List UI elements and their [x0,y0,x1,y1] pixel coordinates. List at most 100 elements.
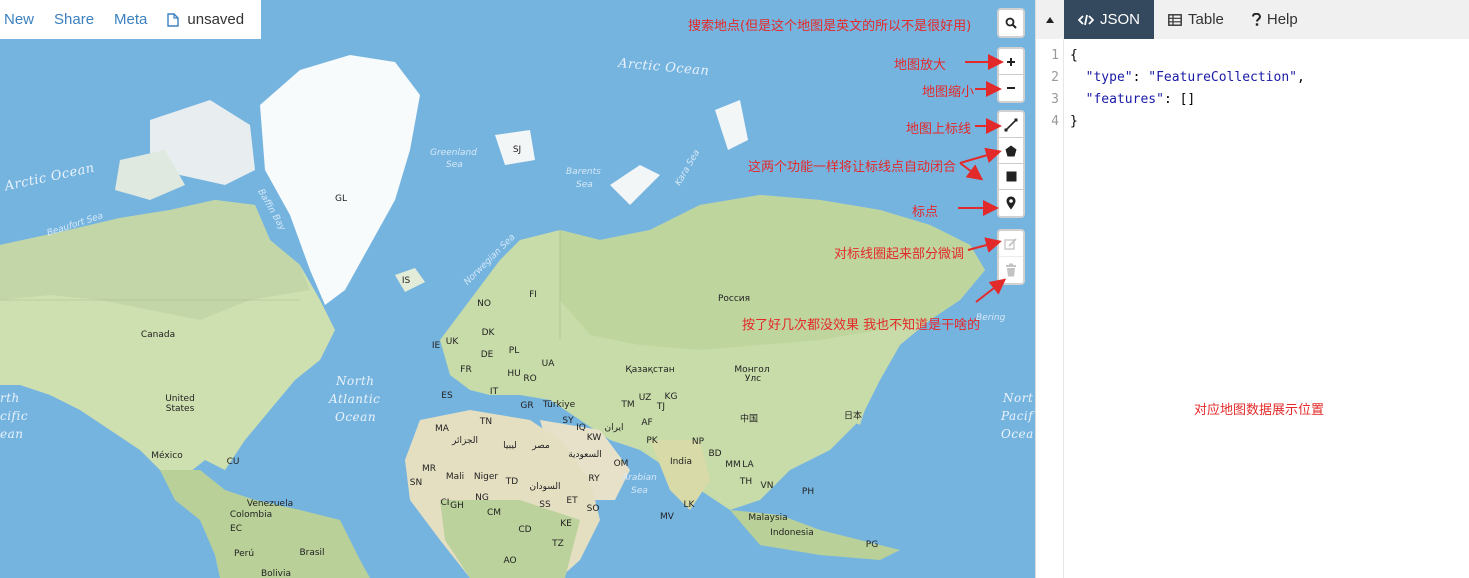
code-line: "type": "FeatureCollection", [1085,70,1305,85]
annotation-search: 搜索地点(但是这个地图是英文的所以不是很好用) [688,19,972,34]
minus-icon [1007,87,1015,89]
draw-polygon-button[interactable] [999,138,1023,164]
country-label: LK [683,500,695,510]
country-label: IE [431,341,441,351]
country-label: 日本 [843,411,863,422]
country-label: AF [641,418,653,428]
country-label: PL [508,346,520,356]
country-label: PG [865,540,879,550]
edit-layers-button[interactable] [999,231,1023,257]
country-label: BD [708,449,722,459]
country-label: GR [520,401,534,411]
meta-button[interactable]: Meta [114,11,147,28]
country-label: ET [566,496,578,506]
country-label: TM [621,400,635,410]
country-label: GL [335,194,347,204]
country-label: KW [586,433,602,443]
sea-label: Greenland [430,148,477,158]
line-number: 3 [1051,92,1059,107]
country-label: IT [489,387,499,397]
code-token: { [1070,48,1078,63]
draw-line-button[interactable] [999,112,1023,138]
draw-marker-button[interactable] [999,190,1023,216]
country-label: Niger [473,472,499,482]
ocean-label-atlantic: North [336,374,375,388]
edit-toolbar [997,229,1025,285]
country-label: IQ [576,423,586,433]
line-number: 4 [1051,114,1059,129]
ocean-label-pacific: cific [0,409,29,423]
code-key: "features" [1085,92,1164,107]
share-button[interactable]: Share [54,11,94,28]
country-label: LA [742,460,754,470]
file-status[interactable]: unsaved [167,11,244,28]
land-south-america [160,470,370,578]
tab-json-label: JSON [1100,11,1141,28]
code-key: "type" [1085,70,1133,85]
country-label: Қазақстан [625,365,675,375]
country-label: EC [230,524,242,534]
ocean-label-pacific: Ocea [1001,427,1034,441]
draw-rectangle-button[interactable] [999,164,1023,190]
country-label: SS [539,500,551,510]
tab-table-label: Table [1188,11,1224,28]
code-token: } [1070,114,1078,129]
tab-help[interactable]: Help [1238,0,1312,39]
annotation-marker: 标点 [912,205,939,220]
country-label: UZ [638,393,652,403]
country-label: Bolivia [260,569,292,578]
country-label: Россия [717,294,751,304]
zoom-out-button[interactable] [999,75,1023,101]
search-icon [1005,17,1017,29]
country-label: NG [475,493,489,503]
country-label: Türkiye [542,400,576,410]
delete-layers-button[interactable] [999,257,1023,283]
code-value: [] [1179,92,1196,107]
country-label: United [165,394,195,404]
country-label: ایران [604,423,624,433]
country-label: HU [507,369,521,379]
tab-table[interactable]: Table [1154,0,1238,39]
country-label: México [151,451,183,461]
marker-icon [1006,196,1016,210]
country-label: CI [440,498,450,508]
polygon-icon [1005,145,1017,156]
file-status-label: unsaved [187,11,245,28]
land-novaya-zemlya [610,165,660,205]
annotation-polygon-rect: 这两个功能一样将让标线点自动闭合 [748,160,957,175]
map-land-layer [0,55,985,578]
country-label: FR [460,365,472,375]
tab-json[interactable]: JSON [1064,0,1155,39]
country-label: VN [760,481,774,491]
country-label: FI [529,290,537,300]
code-value: "FeatureCollection" [1148,70,1297,85]
country-label: MR [421,464,437,474]
question-icon [1251,13,1261,26]
country-label: Mali [445,472,465,482]
country-label: CD [518,525,532,535]
edit-icon [1004,237,1017,250]
sea-label: Barents [566,167,601,177]
json-editor[interactable]: 1 2 3 4 { "type": "FeatureCollection", "… [1036,39,1469,578]
country-label: NO [477,299,491,309]
new-button[interactable]: New [4,11,34,28]
country-label: India [669,457,693,467]
annotation-zoom-in: 地图放大 [894,58,947,73]
country-label: Venezuela [246,499,294,509]
search-button[interactable] [999,10,1023,36]
zoom-in-button[interactable] [999,49,1023,75]
annotation-draw-line: 地图上标线 [906,122,972,137]
country-label: ES [441,391,453,401]
country-label: OM [613,459,629,469]
country-label: SO [586,504,600,514]
polyline-icon [1004,118,1018,131]
country-label: السودان [529,482,561,492]
code-area[interactable]: { "type": "FeatureCollection", "features… [1064,39,1305,578]
map-view[interactable]: Arctic Ocean Arctic Ocean North Atlantic… [0,0,1035,578]
country-label: SJ [512,145,522,155]
collapse-panel-button[interactable] [1036,0,1064,39]
file-icon [167,12,180,27]
draw-toolbar [997,110,1025,218]
country-label: CU [226,457,240,467]
app-root: Arctic Ocean Arctic Ocean North Atlantic… [0,0,1469,578]
